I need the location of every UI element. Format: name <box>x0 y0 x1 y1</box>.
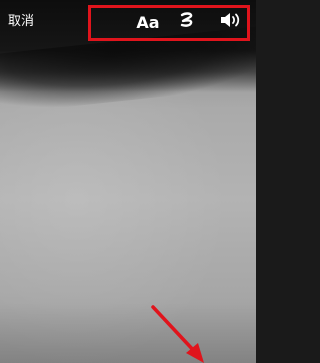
text-tool-button[interactable]: Aa <box>131 10 165 34</box>
camera-screen: 取消 Aa <box>0 0 256 363</box>
cancel-button[interactable]: 取消 <box>4 12 38 32</box>
handwriting-squiggle-icon <box>179 11 195 33</box>
top-toolbar: 取消 Aa <box>0 0 256 46</box>
speaker-volume-icon <box>219 11 241 33</box>
speaker-tool-button[interactable] <box>216 10 244 34</box>
handwriting-tool-button[interactable] <box>176 10 198 34</box>
preview-bottom-shade <box>0 303 256 363</box>
red-arrow-icon <box>140 295 210 363</box>
camera-preview <box>0 0 256 363</box>
